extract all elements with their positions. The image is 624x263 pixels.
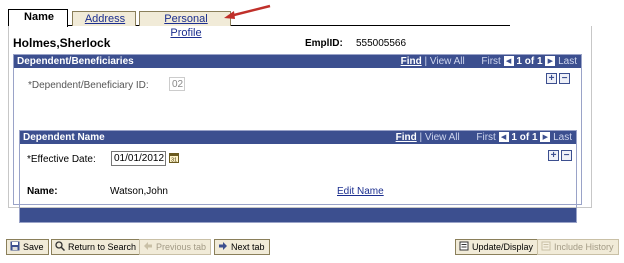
add-row-icon[interactable]: + <box>546 73 557 84</box>
save-icon <box>10 241 20 251</box>
update-display-button[interactable]: Update/Display <box>455 239 539 255</box>
edit-name-link[interactable]: Edit Name <box>337 186 384 197</box>
row-count: 1 of 1 <box>511 132 538 143</box>
grid-footer-bar <box>20 208 576 222</box>
next-tab-icon <box>219 242 227 250</box>
dependents-nav: Find | View All First ◀ 1 of 1 ▶ Last <box>400 56 577 67</box>
dependent-name-nav: Find | View All First ◀ 1 of 1 ▶ Last <box>395 132 572 143</box>
view-all-link[interactable]: View All <box>425 132 460 143</box>
page-panel: Holmes,Sherlock EmplID: 555005566 Depend… <box>8 26 592 223</box>
return-to-search-button[interactable]: Return to Search <box>51 239 142 255</box>
delete-row-icon[interactable]: − <box>559 73 570 84</box>
name-value: Watson,John <box>110 186 168 197</box>
delete-row-icon[interactable]: − <box>561 150 572 161</box>
previous-tab-button[interactable]: Previous tab <box>139 239 212 255</box>
dependents-header: Dependent/Beneficiaries Find | View All … <box>14 55 581 68</box>
dependent-id-label: *Dependent/Beneficiary ID: <box>28 80 149 91</box>
row-count: 1 of 1 <box>516 56 543 67</box>
effective-date-label: *Effective Date: <box>27 154 96 165</box>
first-link[interactable]: First <box>476 132 495 143</box>
previous-tab-label: Previous tab <box>156 242 207 252</box>
tab-name[interactable]: Name <box>8 9 68 27</box>
tab-address[interactable]: Address <box>72 11 136 26</box>
find-link[interactable]: Find <box>396 132 417 143</box>
effective-date-input[interactable]: 01/01/2012 <box>111 151 166 166</box>
next-tab-label: Next tab <box>231 242 265 252</box>
dependent-name-header: Dependent Name Find | View All First ◀ 1… <box>20 131 576 144</box>
emplid-label: EmplID: <box>305 38 343 49</box>
view-all-link[interactable]: View All <box>430 56 465 67</box>
find-link[interactable]: Find <box>401 56 422 67</box>
tab-personal-profile[interactable]: Personal Profile <box>139 11 231 39</box>
last-link[interactable]: Last <box>558 56 577 67</box>
prev-row-icon[interactable]: ◀ <box>498 132 509 143</box>
save-button[interactable]: Save <box>6 239 49 255</box>
include-history-icon <box>541 241 551 251</box>
return-to-search-label: Return to Search <box>68 242 137 252</box>
search-icon <box>55 241 65 251</box>
svg-text:31: 31 <box>171 158 177 163</box>
save-label: Save <box>23 242 44 252</box>
dependents-grid: Dependent/Beneficiaries Find | View All … <box>13 54 582 223</box>
employee-name: Holmes,Sherlock <box>13 36 111 50</box>
emplid-value: 555005566 <box>356 38 407 49</box>
prev-row-icon[interactable]: ◀ <box>503 56 514 67</box>
include-history-button[interactable]: Include History <box>537 239 619 255</box>
first-link[interactable]: First <box>481 56 500 67</box>
calendar-icon[interactable]: 31 <box>169 153 179 163</box>
dependent-id-field: 02 <box>169 77 185 91</box>
next-row-icon[interactable]: ▶ <box>540 132 551 143</box>
previous-tab-icon <box>144 242 152 250</box>
last-link[interactable]: Last <box>553 132 572 143</box>
dependent-name-grid: Dependent Name Find | View All First ◀ 1… <box>19 130 577 223</box>
annotation-arrow-icon <box>224 4 271 19</box>
include-history-label: Include History <box>554 242 614 252</box>
add-row-icon[interactable]: + <box>548 150 559 161</box>
next-row-icon[interactable]: ▶ <box>545 56 556 67</box>
update-display-label: Update/Display <box>472 242 534 252</box>
update-display-icon <box>459 241 469 251</box>
dependent-name-title: Dependent Name <box>23 132 105 143</box>
dependents-title: Dependent/Beneficiaries <box>17 56 134 67</box>
name-label: Name: <box>27 186 58 197</box>
next-tab-button[interactable]: Next tab <box>214 239 270 255</box>
